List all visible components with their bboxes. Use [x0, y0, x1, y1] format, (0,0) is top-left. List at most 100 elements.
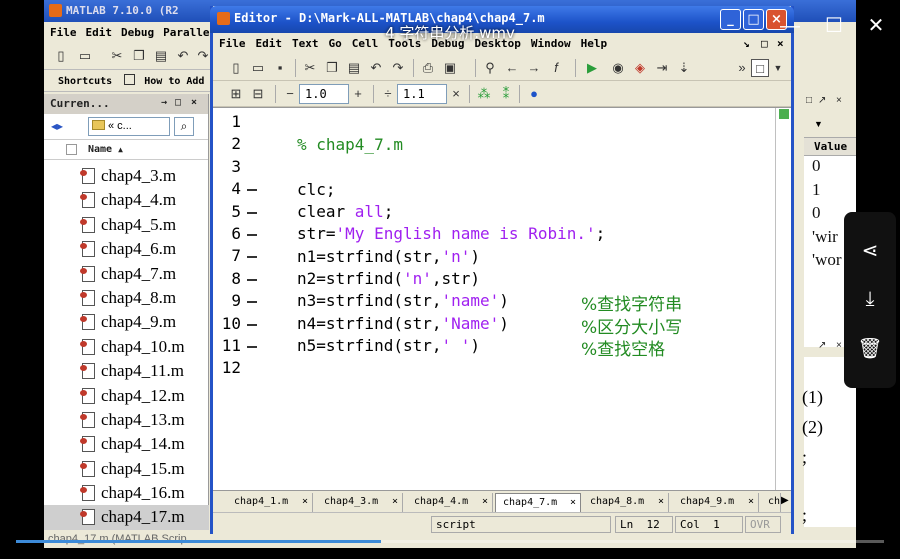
panel-menu-icon[interactable]: →: [161, 97, 167, 108]
undo-icon[interactable]: ↶: [174, 47, 192, 65]
file-list-item[interactable]: chap4_15.m: [44, 457, 209, 481]
code-line-5[interactable]: clear all;: [297, 202, 393, 221]
copy-icon[interactable]: ❐: [130, 47, 148, 65]
clear-breakpoints-icon[interactable]: ◈: [631, 59, 649, 77]
tab-close-icon[interactable]: ×: [482, 496, 488, 507]
breakpoint-marker[interactable]: [247, 211, 257, 214]
copy-icon[interactable]: ❐: [323, 59, 341, 77]
undo-icon[interactable]: ↶: [367, 59, 385, 77]
panel-maximize-icon[interactable]: ↗: [818, 340, 826, 351]
multiply-icon[interactable]: ×: [447, 85, 465, 103]
history-line[interactable]: (1): [802, 387, 823, 408]
breakpoint-marker[interactable]: [247, 278, 257, 281]
save-icon[interactable]: ▪: [271, 59, 289, 77]
cut-icon[interactable]: ✂: [301, 59, 319, 77]
set-breakpoint-icon[interactable]: ◉: [609, 59, 627, 77]
panel-maximize-icon[interactable]: ↗: [818, 95, 826, 106]
file-list-item[interactable]: chap4_9.m: [44, 310, 209, 334]
divide-value-field[interactable]: 1.1: [397, 84, 447, 104]
download-icon[interactable]: ⤓: [855, 284, 885, 314]
open-folder-icon[interactable]: ▭: [249, 59, 267, 77]
shortcut-help-icon[interactable]: [124, 74, 136, 85]
breakpoint-column[interactable]: [247, 108, 261, 491]
print-icon[interactable]: ⎙: [419, 59, 437, 77]
video-progress-bar[interactable]: [16, 540, 884, 543]
file-list-item[interactable]: chap4_6.m: [44, 237, 209, 261]
function-icon[interactable]: f: [547, 59, 565, 77]
history-line[interactable]: ;: [802, 447, 807, 468]
file-list-item[interactable]: chap4_16.m: [44, 481, 209, 505]
code-line-2[interactable]: % chap4_7.m: [297, 135, 403, 154]
code-scrollbar[interactable]: [777, 108, 791, 491]
analysis-status-indicator[interactable]: [779, 109, 789, 119]
file-list-item[interactable]: chap4_10.m: [44, 335, 209, 359]
tab-close-icon[interactable]: ×: [302, 496, 308, 507]
code-editor[interactable]: 1 2 3 4 5 6 7 8 9 10 11 12 % chap4_7.m clc; clear a…: [213, 107, 791, 491]
panel-undock-icon[interactable]: □: [175, 97, 181, 108]
file-list-item[interactable]: chap4_3.m: [44, 164, 209, 188]
code-line-6[interactable]: str='My English name is Robin.';: [297, 224, 605, 243]
select-all-checkbox[interactable]: [66, 144, 77, 155]
file-list-item[interactable]: chap4_14.m: [44, 432, 209, 456]
decrement-icon[interactable]: −: [281, 85, 299, 103]
back-arrow-icon[interactable]: ◂▸: [51, 119, 63, 133]
tab-close-icon[interactable]: ×: [570, 497, 576, 508]
cut-icon[interactable]: ✂: [108, 47, 126, 65]
tab-close-icon[interactable]: ×: [392, 496, 398, 507]
find-icon[interactable]: ⚲: [481, 59, 499, 77]
file-list-item[interactable]: chap4_8.m: [44, 286, 209, 310]
code-line-9[interactable]: n3=strfind(str,'name'): [297, 291, 509, 310]
cell-mode-alt-icon[interactable]: ⁑: [497, 85, 515, 103]
breakpoint-marker[interactable]: [247, 323, 257, 326]
search-icon[interactable]: ⌕: [174, 117, 194, 136]
tab-scroll-right-icon[interactable]: ▶: [781, 495, 789, 506]
editor-tab[interactable]: ch: [761, 493, 781, 512]
breakpoint-marker[interactable]: [247, 234, 257, 236]
editor-tab[interactable]: chap4_3.m ×: [317, 493, 403, 512]
workspace-value[interactable]: 1: [804, 180, 856, 204]
share-icon[interactable]: ⋖: [855, 236, 885, 266]
breakpoint-marker[interactable]: [247, 301, 257, 304]
redo-icon[interactable]: ↷: [389, 59, 407, 77]
file-list-item[interactable]: chap4_17.m: [44, 505, 209, 530]
file-list-item[interactable]: chap4_11.m: [44, 359, 209, 383]
step-in-icon[interactable]: ⇣: [675, 59, 693, 77]
layout-icon[interactable]: □: [751, 59, 769, 77]
breakpoint-marker[interactable]: [247, 346, 257, 348]
editor-tab[interactable]: chap4_9.m ×: [673, 493, 759, 512]
name-column-header[interactable]: Name: [88, 144, 112, 155]
value-column-header[interactable]: Value: [804, 138, 856, 156]
breakpoint-marker[interactable]: [247, 189, 257, 192]
overflow-icon[interactable]: »: [733, 59, 751, 77]
file-list-item[interactable]: chap4_5.m: [44, 213, 209, 237]
code-line-8[interactable]: n2=strfind('n',str): [297, 269, 480, 288]
back-icon[interactable]: ←: [503, 59, 521, 77]
editor-tab[interactable]: chap4_1.m ×: [227, 493, 313, 512]
paste-icon[interactable]: ▤: [152, 47, 170, 65]
tab-close-icon[interactable]: ×: [748, 496, 754, 507]
code-line-10[interactable]: n4=strfind(str,'Name'): [297, 314, 509, 333]
info-icon[interactable]: ●: [525, 85, 543, 103]
increment-icon[interactable]: +: [349, 85, 367, 103]
new-file-icon[interactable]: ▯: [227, 59, 245, 77]
folder-path-field[interactable]: « c...: [88, 117, 170, 136]
file-list-item[interactable]: chap4_4.m: [44, 188, 209, 212]
code-line-7[interactable]: n1=strfind(str,'n'): [297, 247, 480, 266]
panel-close-icon[interactable]: ×: [836, 95, 842, 106]
run-icon[interactable]: ▶: [583, 59, 601, 77]
history-line[interactable]: ;: [802, 505, 807, 526]
step-icon[interactable]: ⇥: [653, 59, 671, 77]
workspace-value[interactable]: 0: [804, 156, 856, 180]
delete-icon[interactable]: 🗑: [855, 334, 885, 364]
divide-icon[interactable]: ÷: [379, 85, 397, 103]
file-list-header[interactable]: Name ▲: [44, 140, 208, 160]
cell-eval-icon[interactable]: ⊞: [227, 85, 245, 103]
code-line-4[interactable]: clc;: [297, 180, 336, 199]
dropdown-arrow-icon[interactable]: ▼: [769, 59, 787, 77]
open-folder-icon[interactable]: ▭: [76, 47, 94, 65]
print-preview-icon[interactable]: ▣: [441, 59, 459, 77]
history-line[interactable]: (2): [802, 417, 823, 438]
new-file-icon[interactable]: ▯: [52, 47, 70, 65]
shortcuts-label[interactable]: Shortcuts: [58, 76, 112, 87]
editor-tab[interactable]: chap4_8.m ×: [583, 493, 669, 512]
